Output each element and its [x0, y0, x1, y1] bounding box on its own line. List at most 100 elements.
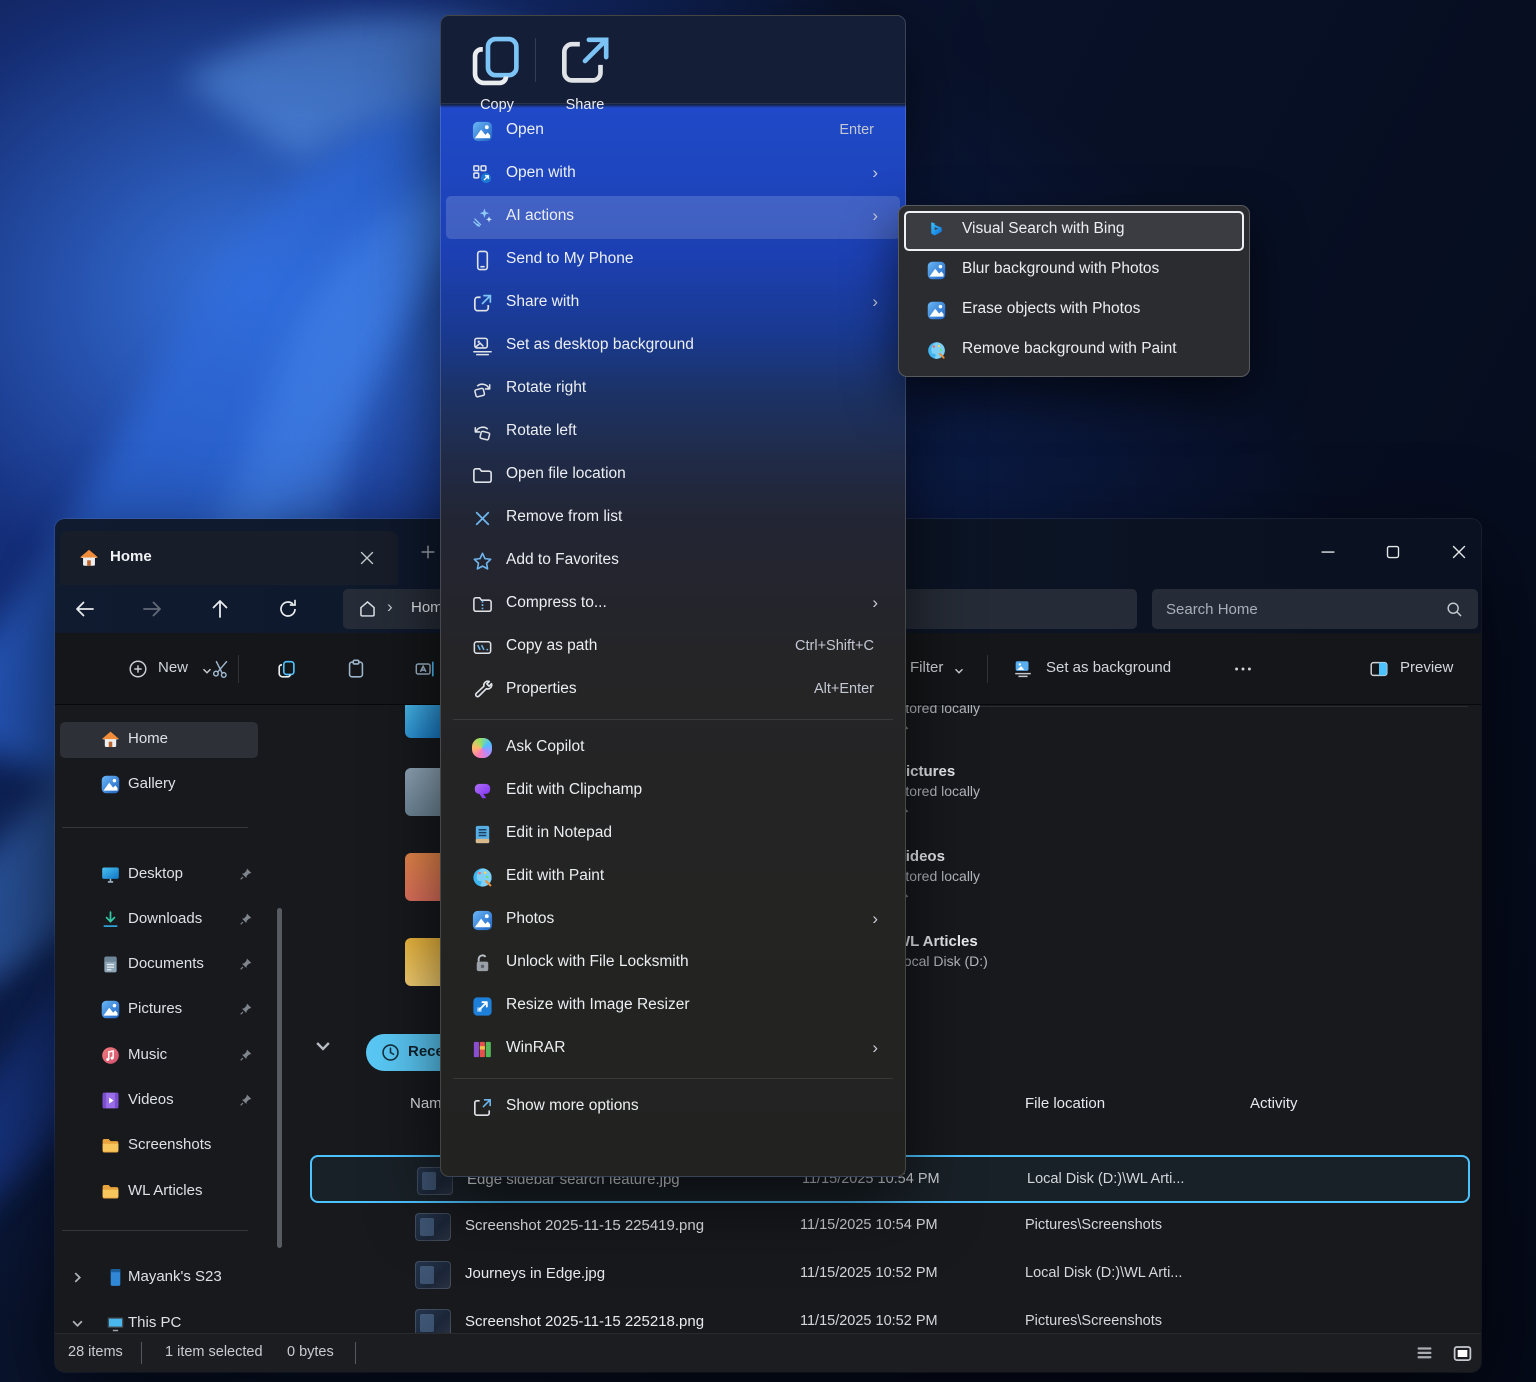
- cut-icon[interactable]: [210, 658, 232, 680]
- quick-actions: Copy Share: [441, 16, 905, 104]
- context-menu-item-edit-in-notepad[interactable]: Edit in Notepad: [446, 813, 900, 856]
- minimize-button[interactable]: [1316, 541, 1340, 563]
- menu-item-label: Resize with Image Resizer: [506, 996, 689, 1014]
- rename-icon[interactable]: [414, 658, 436, 680]
- ai-submenu-item-blur-background-with-photos[interactable]: Blur background with Photos: [904, 251, 1244, 291]
- breadcrumb-separator: ›: [387, 597, 393, 617]
- home-tile-videos[interactable]: VideosStored locally: [896, 848, 1196, 905]
- context-menu-item-unlock-with-file-locksmith[interactable]: Unlock with File Locksmith: [446, 942, 900, 985]
- pin-icon: [238, 1047, 254, 1063]
- set-as-background-button[interactable]: Set as background: [1046, 659, 1171, 676]
- context-menu-item-rotate-right[interactable]: Rotate right: [446, 368, 900, 411]
- desktop: Home › Home New: [0, 0, 1536, 1382]
- home-tile-pictures[interactable]: PicturesStored locally: [896, 763, 1196, 820]
- sidebar-item-label: Music: [128, 1046, 167, 1063]
- context-menu-item-ask-copilot[interactable]: Ask Copilot: [446, 727, 900, 770]
- menu-item-label: Rotate left: [506, 422, 577, 440]
- chevron-right-icon[interactable]: [70, 1270, 85, 1285]
- rotate-left-icon: [471, 421, 494, 444]
- details-view-icon[interactable]: [1413, 1343, 1436, 1364]
- copy-icon[interactable]: [276, 658, 298, 680]
- tab-home[interactable]: Home: [60, 531, 398, 585]
- column-header-activity[interactable]: Activity: [1250, 1095, 1298, 1112]
- sidebar-item-documents[interactable]: Documents: [60, 947, 258, 983]
- context-menu-item-remove-from-list[interactable]: Remove from list: [446, 497, 900, 540]
- sidebar-item-downloads[interactable]: Downloads: [60, 902, 258, 938]
- filter-chevron-icon: [953, 665, 965, 677]
- this-pc-icon: [105, 1313, 126, 1334]
- context-menu-item-show-more-options[interactable]: Show more options: [446, 1086, 900, 1129]
- recent-collapse-icon[interactable]: [313, 1036, 333, 1056]
- sidebar-item-mayank-s-s23[interactable]: Mayank's S23: [60, 1260, 258, 1296]
- quick-action-share[interactable]: Share: [553, 30, 617, 92]
- file-row-screenshot-2025-11-15-225218-png[interactable]: Screenshot 2025-11-15 225218.png11/15/20…: [310, 1299, 1470, 1333]
- preview-button[interactable]: Preview: [1400, 659, 1453, 676]
- sidebar-item-wl-articles[interactable]: WL Articles: [60, 1174, 258, 1210]
- new-tab-button[interactable]: [417, 541, 439, 563]
- sidebar-scrollbar[interactable]: [277, 908, 282, 1248]
- context-menu-item-send-to-my-phone[interactable]: Send to My Phone: [446, 239, 900, 282]
- search-box[interactable]: [1152, 589, 1478, 629]
- sidebar-item-videos[interactable]: Videos: [60, 1083, 258, 1119]
- winrar-icon: [471, 1038, 494, 1061]
- breadcrumb-home-icon[interactable]: [357, 598, 378, 619]
- share-qa-icon: [471, 292, 494, 315]
- more-options-icon[interactable]: [1232, 658, 1254, 680]
- sidebar-item-screenshots[interactable]: Screenshots: [60, 1128, 258, 1164]
- context-menu-item-open-with[interactable]: Open with›: [446, 153, 900, 196]
- maximize-button[interactable]: [1381, 541, 1405, 563]
- context-menu-item-rotate-left[interactable]: Rotate left: [446, 411, 900, 454]
- file-row-journeys-in-edge-jpg[interactable]: Journeys in Edge.jpg11/15/2025 10:52 PML…: [310, 1251, 1470, 1299]
- ai-submenu-item-erase-objects-with-photos[interactable]: Erase objects with Photos: [904, 291, 1244, 331]
- paste-icon[interactable]: [345, 658, 367, 680]
- sidebar-item-label: WL Articles: [128, 1182, 202, 1199]
- context-menu: Copy Share OpenEnterOpen with›AI actions›…: [440, 15, 906, 1177]
- sidebar-item-desktop[interactable]: Desktop: [60, 857, 258, 893]
- file-date: 11/15/2025 10:52 PM: [800, 1265, 938, 1281]
- context-menu-item-set-as-desktop-background[interactable]: Set as desktop background: [446, 325, 900, 368]
- lock-icon: [471, 952, 494, 975]
- sidebar-item-pictures[interactable]: Pictures: [60, 992, 258, 1028]
- up-button[interactable]: [208, 597, 232, 621]
- new-button[interactable]: New: [158, 659, 188, 676]
- file-row-screenshot-2025-11-15-225419-png[interactable]: Screenshot 2025-11-15 225419.png11/15/20…: [310, 1203, 1470, 1251]
- context-menu-item-ai-actions[interactable]: AI actions›: [446, 196, 900, 239]
- ai-submenu-item-visual-search-with-bing[interactable]: Visual Search with Bing: [904, 211, 1244, 251]
- context-menu-item-photos[interactable]: Photos›: [446, 899, 900, 942]
- filter-button[interactable]: Filter: [910, 659, 943, 676]
- new-icon[interactable]: [127, 658, 149, 680]
- home-tile-wl-articles[interactable]: WL ArticlesLocal Disk (D:): [896, 933, 1196, 969]
- column-header-file-location[interactable]: File location: [1025, 1095, 1105, 1112]
- context-menu-item-open[interactable]: OpenEnter: [446, 110, 900, 153]
- remove-x-icon: [471, 507, 494, 530]
- quick-action-copy[interactable]: Copy: [465, 30, 529, 92]
- context-menu-item-compress-to[interactable]: Compress to...›: [446, 583, 900, 626]
- refresh-button[interactable]: [276, 597, 300, 621]
- large-icons-view-icon[interactable]: [1451, 1343, 1474, 1364]
- context-menu-item-add-to-favorites[interactable]: Add to Favorites: [446, 540, 900, 583]
- context-menu-item-properties[interactable]: PropertiesAlt+Enter: [446, 669, 900, 712]
- sidebar-item-music[interactable]: Music: [60, 1038, 258, 1074]
- sidebar-item-home[interactable]: Home: [60, 722, 258, 758]
- chevron-down-icon[interactable]: [70, 1316, 85, 1331]
- context-menu-item-winrar[interactable]: WinRAR›: [446, 1028, 900, 1071]
- home-tile-documents[interactable]: DocumentsStored locally: [896, 705, 1196, 737]
- chevron-right-icon: ›: [872, 909, 878, 929]
- file-name: Screenshot 2025-11-15 225419.png: [465, 1217, 704, 1234]
- videos-icon: [100, 1090, 121, 1111]
- context-menu-item-open-file-location[interactable]: Open file location: [446, 454, 900, 497]
- ai-submenu-item-remove-background-with-paint[interactable]: Remove background with Paint: [904, 331, 1244, 371]
- search-input[interactable]: [1166, 589, 1426, 629]
- ai-sparkle-icon: [471, 206, 494, 229]
- sidebar-item-gallery[interactable]: Gallery: [60, 767, 258, 803]
- close-button[interactable]: [1447, 541, 1471, 563]
- context-menu-item-resize-with-image-resizer[interactable]: Resize with Image Resizer: [446, 985, 900, 1028]
- context-menu-item-edit-with-paint[interactable]: Edit with Paint: [446, 856, 900, 899]
- context-menu-item-share-with[interactable]: Share with›: [446, 282, 900, 325]
- tab-close-icon[interactable]: [356, 547, 378, 569]
- context-menu-item-edit-with-clipchamp[interactable]: Edit with Clipchamp: [446, 770, 900, 813]
- forward-button[interactable]: [140, 597, 164, 621]
- back-button[interactable]: [73, 597, 97, 621]
- status-divider: [355, 1342, 356, 1364]
- context-menu-item-copy-as-path[interactable]: Copy as pathCtrl+Shift+C: [446, 626, 900, 669]
